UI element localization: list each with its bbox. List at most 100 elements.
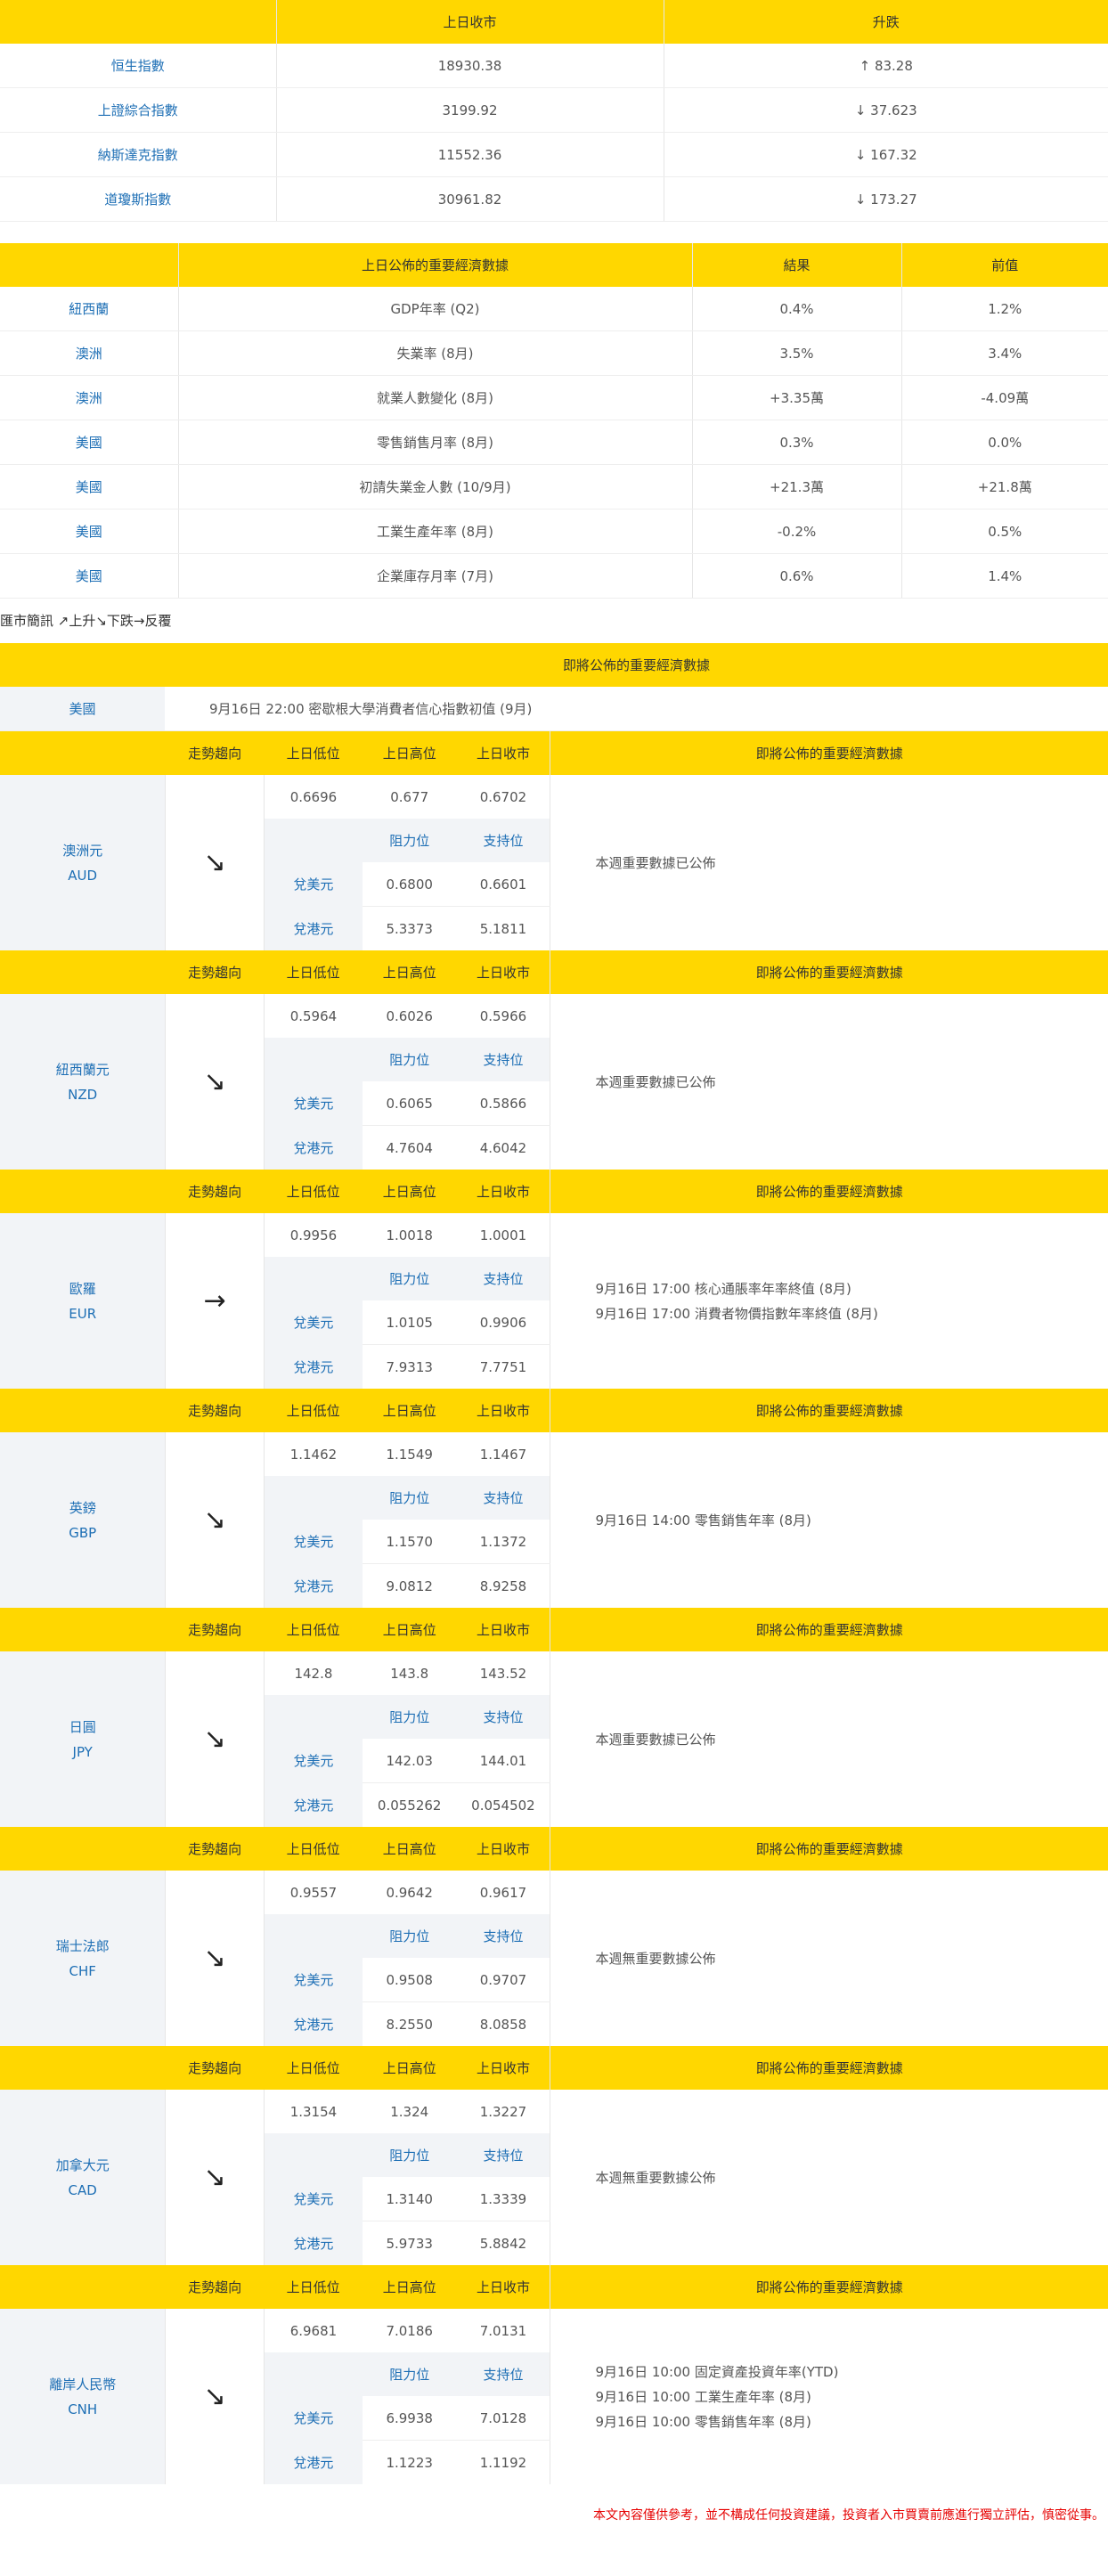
currency-sections: 走勢趨向 上日低位 上日高位 上日收市 即將公佈的重要經濟數據 澳洲元 AUD ↘ 0.6696… [0, 731, 1108, 2484]
usd-support: 0.5866 [456, 1081, 551, 1126]
index-change: ↑ 83.28 [664, 44, 1108, 88]
currency-row: 瑞士法郎 CHF ↘ 0.9557 0.9642 0.9617 本週無重要數據公佈 [0, 1871, 1108, 2046]
prev-high: 7.0186 [386, 2322, 433, 2339]
currency-name: 紐西蘭元 [55, 1061, 110, 1078]
blank-cell [264, 2133, 363, 2177]
header-blank [0, 1389, 166, 1432]
econ-item: 初請失業金人數 (10/9月) [178, 464, 693, 509]
hkd-resistance: 5.3373 [386, 920, 433, 937]
hkd-support: 0.054502 [456, 1782, 551, 1827]
trend-arrow: ↘ [203, 1504, 226, 1536]
index-name: 道瓊斯指數 [0, 176, 277, 222]
econ-prev: -4.09萬 [901, 375, 1108, 420]
currency-section: 走勢趨向 上日低位 上日高位 上日收市 即將公佈的重要經濟數據 澳洲元 AUD ↘ 0.6696… [0, 731, 1108, 950]
prev-low: 142.8 [294, 1665, 333, 1682]
header-events: 即將公佈的重要經濟數據 [550, 1827, 1108, 1871]
header-cell [0, 243, 179, 287]
currency-name: 加拿大元 [55, 2156, 110, 2173]
index-close: 18930.38 [276, 44, 664, 88]
econ-item: 就業人數變化 (8月) [178, 375, 693, 420]
econ-country: 美國 [0, 464, 179, 509]
currency-section: 走勢趨向 上日低位 上日高位 上日收市 即將公佈的重要經濟數據 紐西蘭元 NZD ↘ 0.596… [0, 950, 1108, 1170]
currency-row: 歐羅 EUR → 0.9956 1.0018 1.0001 9月16日 17:00 核心通脹… [0, 1213, 1108, 1389]
event-item: 9月16日 10:00 固定資產投資年率(YTD) [595, 2363, 839, 2380]
event-item: 9月16日 10:00 零售銷售年率 (8月) [595, 2413, 811, 2430]
prev-low: 1.3154 [289, 2103, 338, 2120]
blank-cell [264, 1695, 363, 1739]
index-table-header: 上日收市 升跌 [0, 0, 1108, 44]
econ-result: +21.3萬 [692, 464, 902, 509]
trend-arrow-icon: ↘ [165, 994, 265, 1170]
prev-high: 0.677 [390, 788, 429, 805]
econ-country: 澳洲 [0, 330, 179, 376]
blank-cell [264, 819, 363, 862]
hkd-label: 兌港元 [264, 2001, 363, 2046]
prev-close: 1.1467 [456, 1432, 551, 1476]
support-label: 支持位 [456, 1257, 551, 1300]
econ-item: 失業率 (8月) [178, 330, 693, 376]
header-blank [0, 950, 166, 994]
hkd-support: 8.0858 [456, 2001, 551, 2046]
currency-code: NZD [68, 1086, 98, 1103]
prev-high: 0.6026 [386, 1007, 433, 1024]
disclaimer: 本文內容僅供參考，並不構成任何投資建議，投資者入市買賣前應進行獨立評估，慎密從事… [593, 2508, 1104, 2523]
header-high: 上日高位 [362, 1389, 457, 1432]
index-row: 上證綜合指數 3199.92 ↓ 37.623 [0, 87, 1108, 133]
econ-row: 美國 企業庫存月率 (7月) 0.6% 1.4% [0, 553, 1108, 599]
econ-prev: 1.4% [901, 553, 1108, 599]
prev-high: 1.0018 [386, 1227, 433, 1243]
currency-name-cell: 瑞士法郎 CHF [0, 1871, 166, 2046]
usd-label: 兌美元 [264, 862, 363, 907]
events-cell: 本週無重要數據公佈 [550, 1871, 1108, 2046]
index-row: 納斯達克指數 11552.36 ↓ 167.32 [0, 132, 1108, 177]
header-low: 上日低位 [264, 731, 363, 775]
index-change: ↓ 173.27 [664, 176, 1108, 222]
hkd-resistance: 4.7604 [386, 1139, 433, 1156]
prev-high: 1.324 [390, 2103, 429, 2120]
index-close: 3199.92 [276, 87, 664, 133]
market-brief-legend: 匯市簡訊 ↗上升↘下跌→反覆 [0, 613, 172, 629]
currency-section: 走勢趨向 上日低位 上日高位 上日收市 即將公佈的重要經濟數據 離岸人民幣 CNH ↘ 6.96… [0, 2265, 1108, 2484]
currency-code: CAD [68, 2181, 97, 2198]
currency-row: 紐西蘭元 NZD ↘ 0.5964 0.6026 0.5966 本週重要數據已公佈 [0, 994, 1108, 1170]
currency-header: 走勢趨向 上日低位 上日高位 上日收市 即將公佈的重要經濟數據 [0, 1608, 1108, 1651]
events-cell: 本週無重要數據公佈 [550, 2090, 1108, 2265]
header-low: 上日低位 [264, 1170, 363, 1213]
resistance-label: 阻力位 [362, 1038, 457, 1081]
header-cell [0, 0, 277, 44]
index-row: 道瓊斯指數 30961.82 ↓ 173.27 [0, 176, 1108, 222]
currency-row: 加拿大元 CAD ↘ 1.3154 1.324 1.3227 本週無重要數據公佈 [0, 2090, 1108, 2265]
currency-name: 歐羅 [69, 1280, 96, 1297]
header-events: 即將公佈的重要經濟數據 [550, 950, 1108, 994]
trend-arrow: ↘ [203, 2162, 226, 2193]
currency-header: 走勢趨向 上日低位 上日高位 上日收市 即將公佈的重要經濟數據 [0, 1389, 1108, 1432]
prev-low: 0.6696 [289, 788, 338, 805]
header-cell: 升跌 [664, 0, 1108, 44]
prev-close: 0.6702 [456, 775, 551, 819]
econ-prev: 0.5% [901, 509, 1108, 554]
events-cell: 本週重要數據已公佈 [550, 994, 1108, 1170]
currency-section: 走勢趨向 上日低位 上日高位 上日收市 即將公佈的重要經濟數據 日圓 JPY ↘ 142.8 14… [0, 1608, 1108, 1827]
event-item: 本週重要數據已公佈 [595, 854, 716, 871]
header-high: 上日高位 [362, 2265, 457, 2309]
currency-section: 走勢趨向 上日低位 上日高位 上日收市 即將公佈的重要經濟數據 瑞士法郎 CHF ↘ 0.955… [0, 1827, 1108, 2046]
header-blank [0, 2046, 166, 2090]
currency-code: CNH [68, 2401, 98, 2417]
header-events: 即將公佈的重要經濟數據 [550, 2265, 1108, 2309]
header-cell: 前值 [901, 243, 1108, 287]
hkd-label: 兌港元 [264, 1782, 363, 1827]
econ-result: 3.5% [692, 330, 902, 376]
index-change: ↓ 167.32 [664, 132, 1108, 177]
hkd-resistance: 0.055262 [377, 1797, 442, 1814]
usd-support: 0.9707 [456, 1958, 551, 2002]
header-trend: 走勢趨向 [165, 1170, 265, 1213]
header-close: 上日收市 [456, 1827, 551, 1871]
event-item: 本週重要數據已公佈 [595, 1073, 716, 1090]
support-label: 支持位 [456, 1914, 551, 1958]
hkd-label: 兌港元 [264, 906, 363, 950]
currency-name-cell: 紐西蘭元 NZD [0, 994, 166, 1170]
header-high: 上日高位 [362, 1170, 457, 1213]
header-close: 上日收市 [456, 1389, 551, 1432]
header-cell: 結果 [692, 243, 902, 287]
usd-resistance: 0.9508 [362, 1958, 457, 2002]
